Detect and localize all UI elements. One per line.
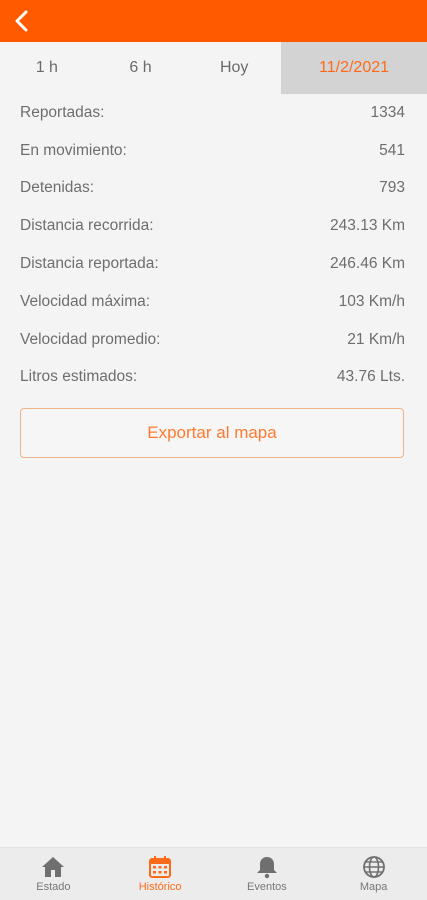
stat-litros-estimados: Litros estimados: 43.76 Lts. xyxy=(20,359,405,397)
export-to-map-button[interactable]: Exportar al mapa xyxy=(20,408,404,459)
stat-label: Velocidad máxima: xyxy=(20,292,151,310)
nav-eventos[interactable]: Eventos xyxy=(214,848,321,900)
top-bar xyxy=(0,0,427,42)
nav-mapa[interactable]: Mapa xyxy=(320,848,427,900)
stat-value: 541 xyxy=(379,141,405,159)
stat-value: 246.46 Km xyxy=(330,255,405,273)
stat-distancia-reportada: Distancia reportada: 246.46 Km xyxy=(20,245,405,283)
stat-label: Distancia reportada: xyxy=(20,255,159,273)
stat-value: 793 xyxy=(379,179,405,197)
globe-icon xyxy=(361,855,387,879)
home-icon xyxy=(40,855,66,879)
chevron-left-icon xyxy=(15,10,28,32)
stat-label: Litros estimados: xyxy=(20,368,138,386)
stat-velocidad-maxima: Velocidad máxima: 103 Km/h xyxy=(20,283,405,321)
stat-value: 43.76 Lts. xyxy=(336,368,405,386)
stat-label: Detenidas: xyxy=(20,179,95,197)
stat-value: 103 Km/h xyxy=(338,292,405,310)
stat-value: 1334 xyxy=(370,103,405,121)
stat-velocidad-promedio: Velocidad promedio: 21 Km/h xyxy=(20,321,405,359)
stat-value: 243.13 Km xyxy=(330,217,405,235)
calendar-icon xyxy=(147,855,173,879)
stat-detenidas: Detenidas: 793 xyxy=(20,170,405,208)
tab-1h[interactable]: 1 h xyxy=(0,42,94,94)
tab-date[interactable]: 11/2/2021 xyxy=(281,42,427,94)
tab-6h[interactable]: 6 h xyxy=(94,42,188,94)
nav-label: Eventos xyxy=(247,881,287,893)
back-button[interactable] xyxy=(0,0,44,42)
bottom-nav: Estado Histórico Eventos Mapa xyxy=(0,847,427,900)
nav-historico[interactable]: Histórico xyxy=(107,848,214,900)
stat-label: Reportadas: xyxy=(20,103,105,121)
time-range-tabs: 1 h 6 h Hoy 11/2/2021 xyxy=(0,42,427,94)
stat-label: Velocidad promedio: xyxy=(20,330,161,348)
nav-label: Estado xyxy=(36,881,71,893)
bell-icon xyxy=(254,855,280,879)
nav-label: Mapa xyxy=(359,881,388,893)
nav-label: Histórico xyxy=(138,881,182,893)
stat-label: Distancia recorrida: xyxy=(20,217,154,235)
tab-hoy[interactable]: Hoy xyxy=(187,42,281,94)
stat-label: En movimiento: xyxy=(20,141,127,159)
stat-distancia-recorrida: Distancia recorrida: 243.13 Km xyxy=(20,207,405,245)
stat-reportadas: Reportadas: 1334 xyxy=(20,94,405,132)
stats-list: Reportadas: 1334 En movimiento: 541 Dete… xyxy=(0,94,427,396)
nav-estado[interactable]: Estado xyxy=(0,848,107,900)
stat-value: 21 Km/h xyxy=(347,330,405,348)
stat-en-movimiento: En movimiento: 541 xyxy=(20,132,405,170)
